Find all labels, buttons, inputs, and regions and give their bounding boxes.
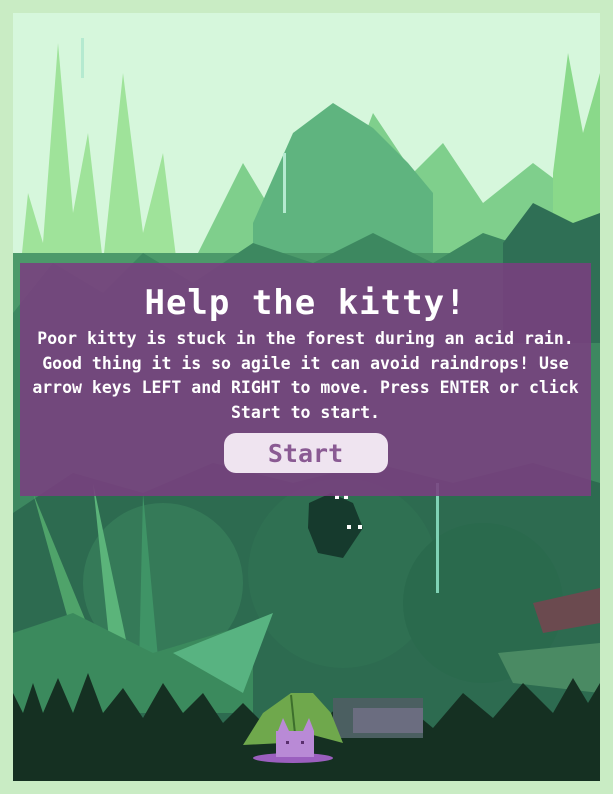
game-frame: Help the kitty! Poor kitty is stuck in t… [13, 13, 600, 781]
start-button[interactable]: Start [223, 433, 388, 473]
intro-panel: Help the kitty! Poor kitty is stuck in t… [20, 263, 591, 496]
game-instructions: Poor kitty is stuck in the forest during… [32, 329, 579, 422]
game-title: Help the kitty! [144, 283, 467, 323]
